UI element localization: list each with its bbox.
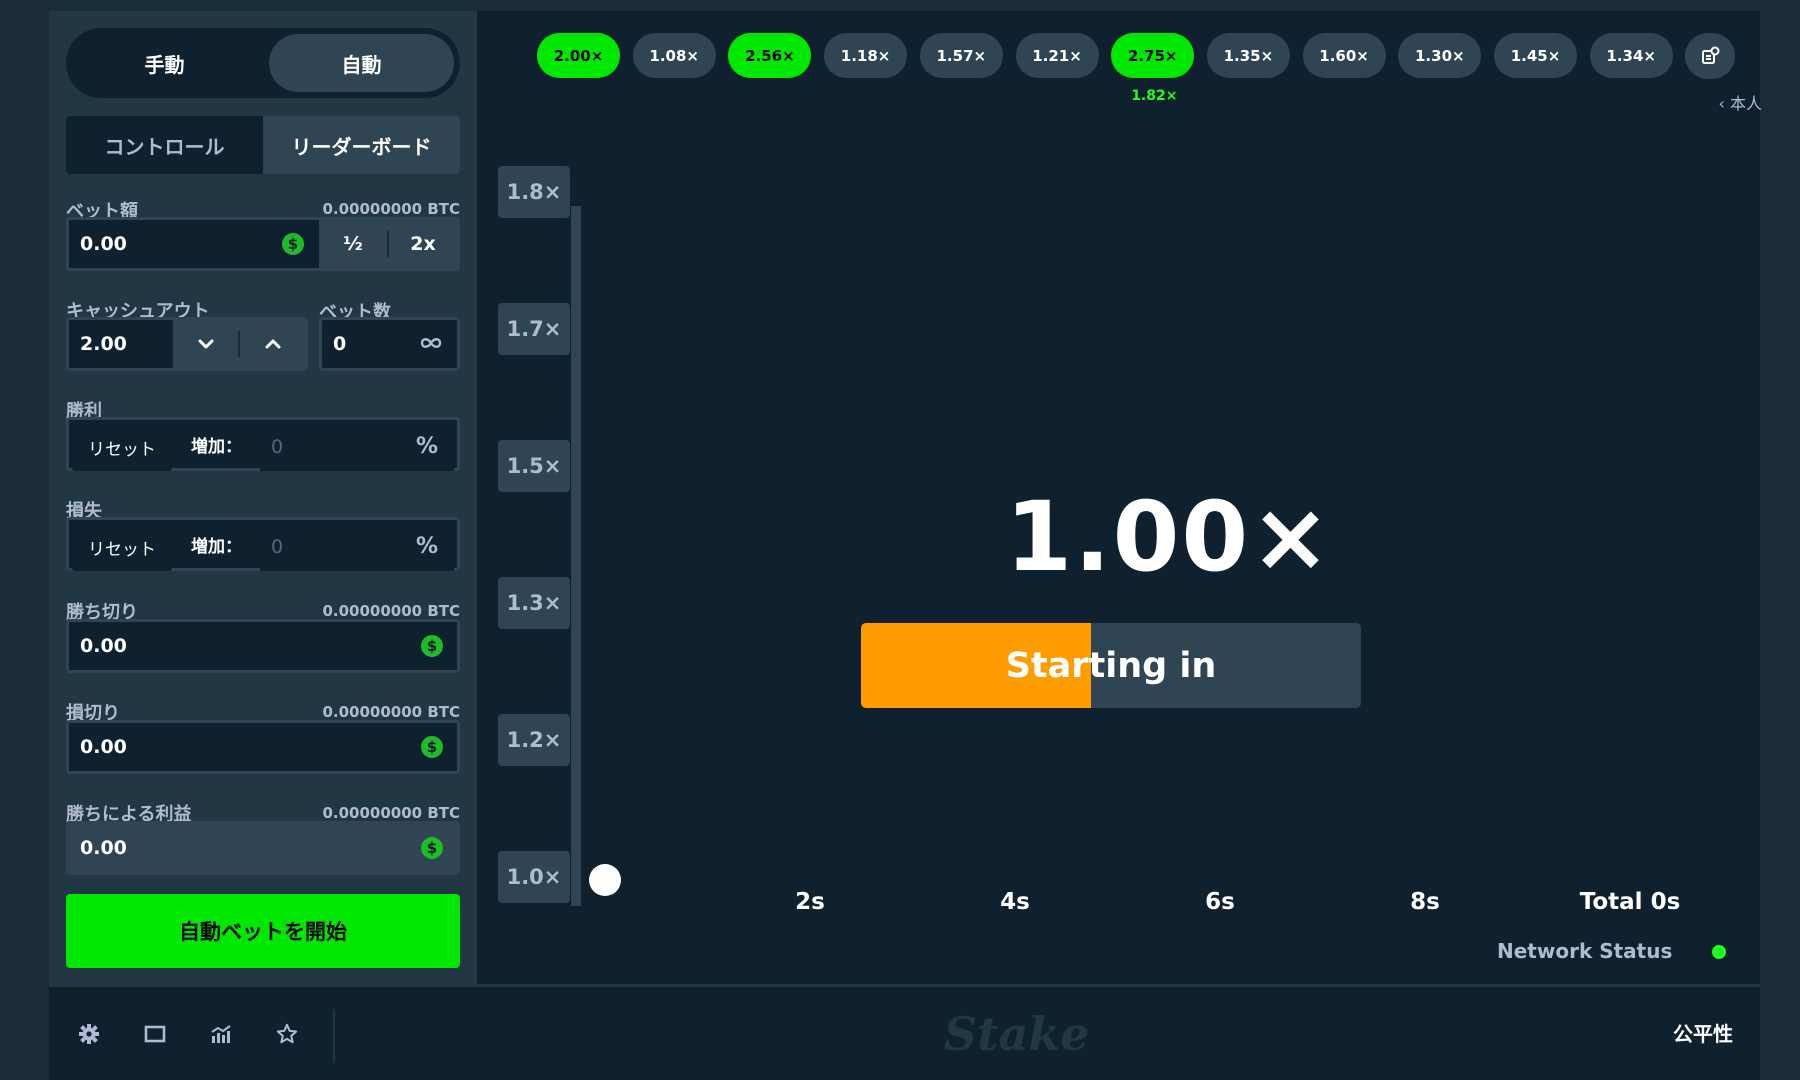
on-loss-increase-input[interactable]: 0 % [260, 523, 454, 571]
manual-mode-button[interactable]: 手動 [72, 34, 257, 92]
chevron-up-icon [265, 339, 280, 349]
history-pill[interactable]: 2.00× [537, 33, 620, 78]
footer-bar: Stake 公平性 [49, 984, 1760, 1080]
stop-loss-field: 0.00 $ [66, 720, 460, 774]
x-axis-tick: 8s [1410, 889, 1440, 915]
y-axis-track [571, 206, 581, 906]
fairness-link[interactable]: 公平性 [1673, 1018, 1733, 1047]
self-link[interactable]: ‹ 本人 [1719, 90, 1763, 114]
cashout-input[interactable]: 2.00 [80, 320, 127, 368]
history-pill[interactable]: 1.34× [1589, 33, 1673, 78]
history-pill[interactable]: 2.75× [1111, 33, 1195, 78]
tab-leaderboard[interactable]: リーダーボード [263, 116, 460, 174]
stop-loss-input[interactable]: 0.00 [80, 723, 127, 771]
cashout-field: 2.00 [66, 317, 308, 371]
history-icon [1702, 46, 1720, 64]
y-axis-tick: 1.8× [498, 166, 570, 218]
history-pill[interactable]: 2.56× [728, 33, 812, 78]
x-axis-tick: 6s [1205, 889, 1235, 915]
tab-controls[interactable]: コントロール [66, 116, 263, 174]
increase-cashout-button[interactable] [240, 320, 305, 368]
currency-icon: $ [421, 635, 443, 657]
countdown-progress: Starting in [861, 623, 1361, 708]
stats-icon[interactable] [204, 1017, 238, 1051]
bet-amount-field: 0.00 $ ½ 2x [66, 217, 460, 271]
stop-profit-field: 0.00 $ [66, 619, 460, 673]
stake-logo: Stake [944, 1007, 1090, 1061]
divider [333, 1009, 335, 1063]
percent-icon: % [415, 534, 438, 559]
percent-icon: % [415, 434, 438, 459]
x-axis-tick: 2s [795, 889, 825, 915]
theatre-mode-icon[interactable] [138, 1017, 172, 1051]
win-profit-field: 0.00 $ [66, 821, 460, 875]
x-axis-tick: Total 0s [1579, 889, 1681, 915]
y-axis-tick: 1.5× [498, 440, 570, 492]
bet-amount-input[interactable]: 0.00 [80, 220, 127, 268]
mode-toggle: 手動 自動 [66, 28, 460, 98]
on-win-increase-label: 増加： [191, 437, 242, 457]
y-axis-tick: 1.3× [498, 577, 570, 629]
sidebar-tabs: コントロール リーダーボード [66, 116, 460, 174]
history-pill[interactable]: 1.60× [1302, 33, 1386, 78]
history-pill[interactable]: 1.35× [1206, 33, 1290, 78]
star-icon[interactable] [270, 1017, 304, 1051]
game-window: 手動 自動 コントロール リーダーボード ベット額 0.00000000 BTC… [49, 11, 1763, 1080]
hover-multiplier: 1.82× [1131, 88, 1178, 104]
chevron-down-icon [198, 339, 213, 349]
auto-mode-button[interactable]: 自動 [269, 34, 454, 92]
win-profit-value: 0.00 [80, 837, 127, 859]
on-loss-increase-value: 0 [271, 536, 284, 558]
history-pill[interactable]: 1.21× [1015, 33, 1099, 78]
history-pill[interactable]: 1.45× [1494, 33, 1577, 78]
gear-icon[interactable] [72, 1017, 106, 1051]
start-autobet-button[interactable]: 自動ベットを開始 [66, 894, 460, 968]
history-pill[interactable]: 1.57× [919, 33, 1003, 78]
on-loss-reset-button[interactable]: リセット [72, 523, 172, 571]
current-multiplier: 1.00× [1005, 481, 1333, 593]
network-status-indicator [1712, 945, 1726, 959]
on-win-reset-button[interactable]: リセット [72, 423, 172, 471]
bet-amount-btc: 0.00000000 BTC [322, 200, 460, 218]
currency-icon: $ [421, 736, 443, 758]
on-loss-field: リセット 増加： 0 % [66, 517, 460, 571]
decrease-cashout-button[interactable] [173, 320, 238, 368]
history-button[interactable] [1685, 33, 1735, 79]
history-pill[interactable]: 1.18× [824, 33, 908, 78]
win-profit-btc: 0.00000000 BTC [322, 804, 460, 822]
on-win-increase-value: 0 [271, 436, 284, 458]
cashout-stepper [173, 320, 305, 368]
y-axis-tick: 1.0× [498, 851, 570, 903]
half-bet-button[interactable]: ½ [319, 220, 387, 268]
infinity-icon [420, 338, 442, 348]
bet-sidebar: 手動 自動 コントロール リーダーボード ベット額 0.00000000 BTC… [49, 11, 477, 984]
on-win-increase-input[interactable]: 0 % [260, 423, 454, 471]
x-axis-tick: 4s [1000, 889, 1030, 915]
history-pill[interactable]: 1.08× [632, 33, 716, 78]
y-axis-tick: 1.2× [498, 714, 570, 766]
on-win-field: リセット 増加： 0 % [66, 417, 460, 471]
stop-loss-btc: 0.00000000 BTC [322, 703, 460, 721]
num-bets-input[interactable]: 0 [333, 320, 346, 368]
currency-icon: $ [282, 233, 304, 255]
currency-icon: $ [421, 837, 443, 859]
network-status-label: Network Status [1497, 939, 1673, 963]
on-loss-increase-label: 増加： [191, 537, 242, 557]
countdown-label: Starting in [1005, 645, 1217, 686]
stop-profit-input[interactable]: 0.00 [80, 622, 127, 670]
bet-modifiers: ½ 2x [319, 220, 457, 268]
double-bet-button[interactable]: 2x [389, 220, 457, 268]
stop-profit-btc: 0.00000000 BTC [322, 602, 460, 620]
history-pill[interactable]: 1.30× [1398, 33, 1482, 78]
rocket-position-dot [589, 864, 621, 896]
y-axis-tick: 1.7× [498, 303, 570, 355]
num-bets-field: 0 [319, 317, 460, 371]
